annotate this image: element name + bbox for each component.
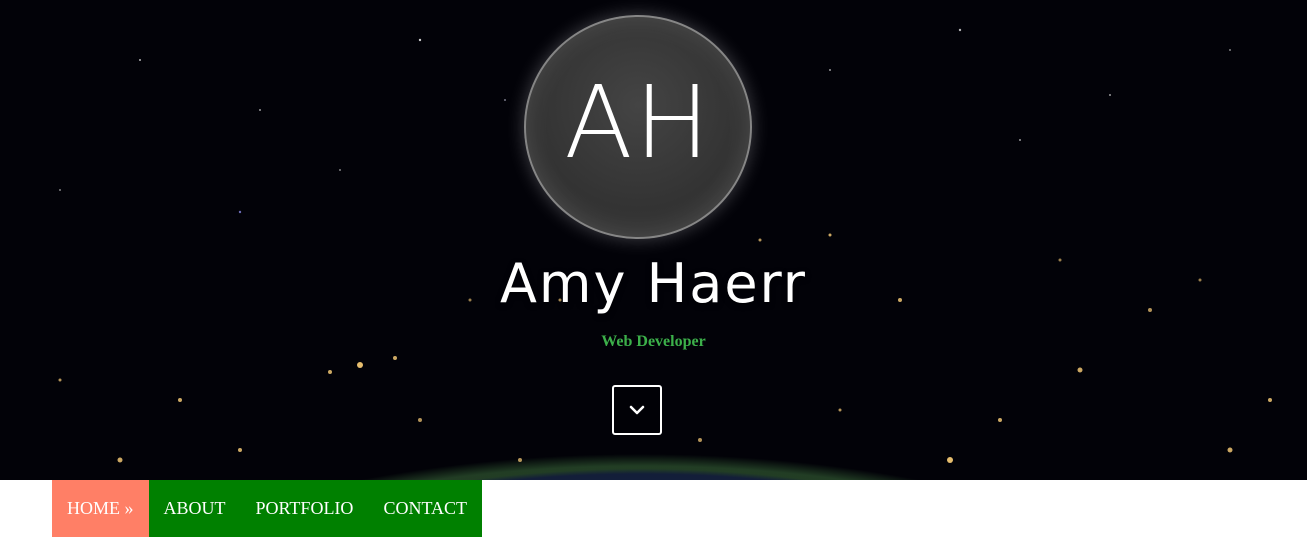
hero-tagline: Web Developer xyxy=(601,333,706,350)
hero-name: Amy Haerr xyxy=(499,252,808,315)
logo-initials: AH xyxy=(564,63,712,181)
hero-section: AH Amy Haerr Web Developer xyxy=(0,0,1307,480)
nav-item-about[interactable]: ABOUT xyxy=(149,480,241,537)
scroll-down-button[interactable] xyxy=(612,385,662,435)
nav-item-portfolio[interactable]: PORTFOLIO xyxy=(241,480,369,537)
logo-circle: AH xyxy=(524,15,752,239)
nav-item-home[interactable]: HOME » xyxy=(52,480,149,537)
main-nav: HOME » ABOUT PORTFOLIO CONTACT xyxy=(52,480,482,537)
chevron-down-icon xyxy=(629,405,645,415)
nav-item-contact[interactable]: CONTACT xyxy=(368,480,482,537)
